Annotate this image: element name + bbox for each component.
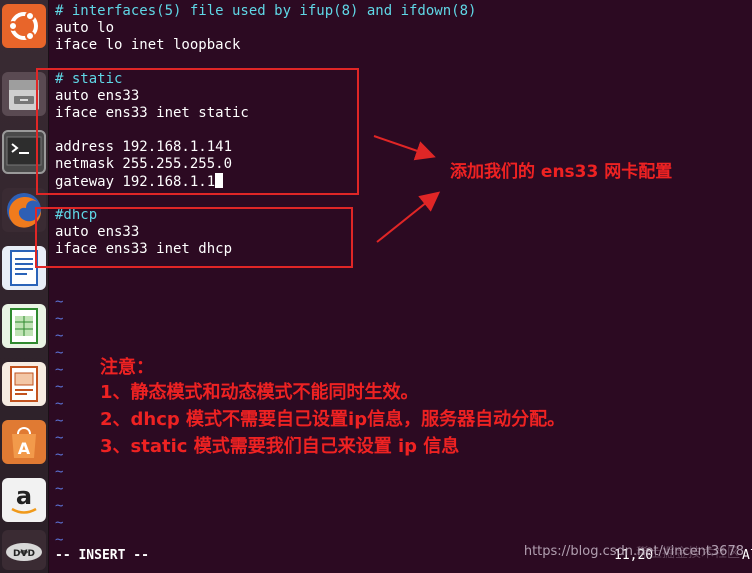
annotation-arrows	[373, 135, 441, 243]
note-item: 1、静态模式和动态模式不能同时生效。	[100, 382, 419, 403]
arrow-label: 添加我们的 ens33 网卡配置	[450, 162, 673, 182]
arrow-to-dhcp	[376, 191, 441, 243]
arrow-to-static	[373, 135, 436, 161]
note-item: 2、dhcp 模式不需要自己设置ip信息，服务器自动分配。	[100, 409, 566, 430]
watermark-url: https://blog.csdn.net/vincent3678	[523, 544, 744, 559]
note-item: 3、static 模式需要我们自己来设置 ip 信息	[100, 436, 460, 457]
note-title: 注意：	[100, 357, 154, 378]
